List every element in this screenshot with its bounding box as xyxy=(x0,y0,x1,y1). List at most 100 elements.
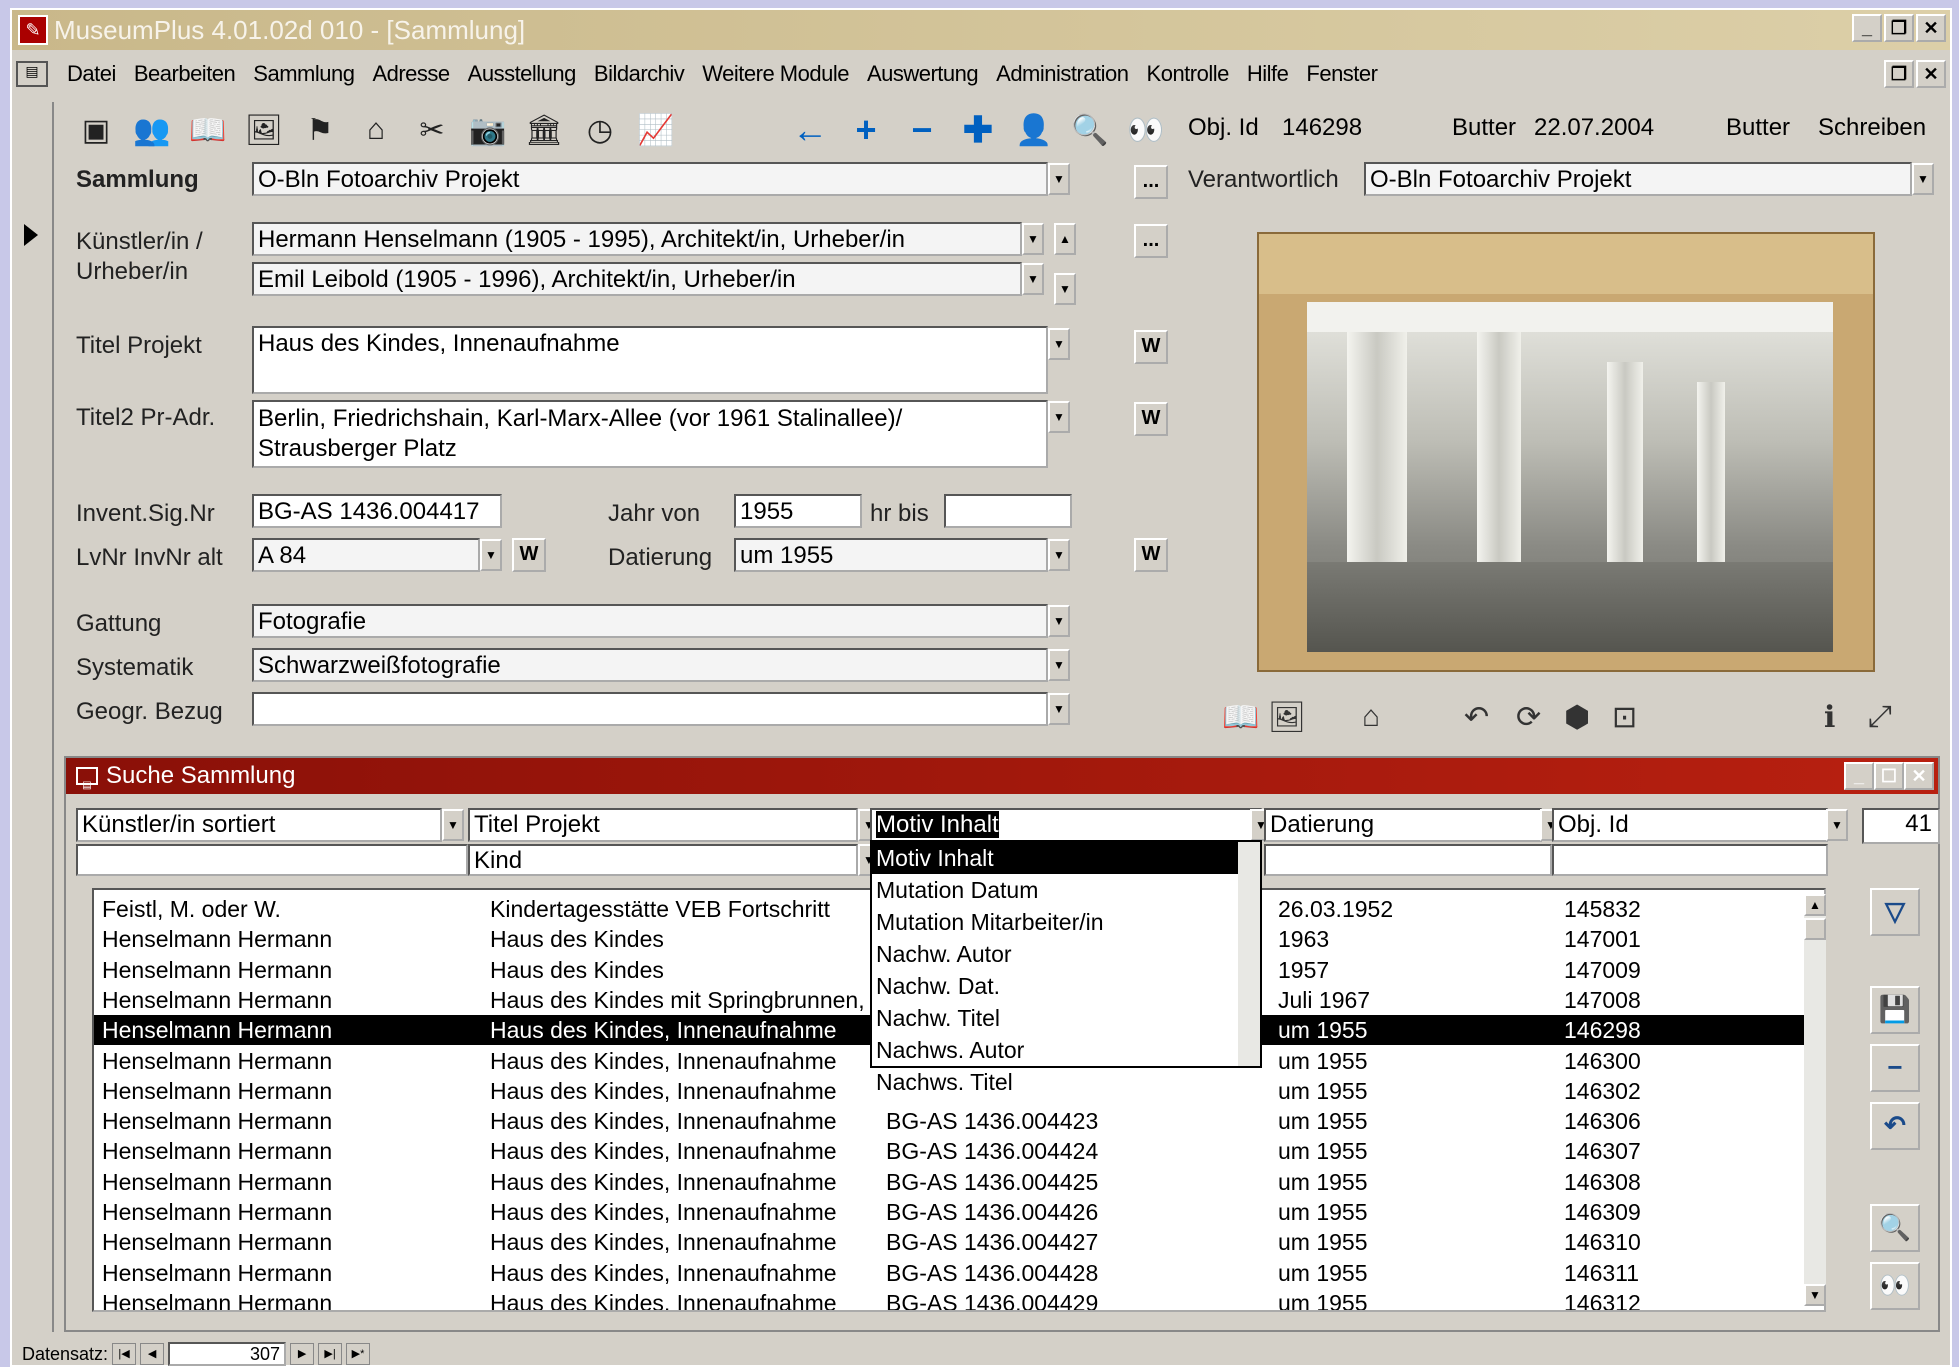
book-icon[interactable]: 📖 xyxy=(184,106,232,154)
geogr-dropdown-button[interactable]: ▼ xyxy=(1048,693,1070,725)
kuenstler-field-2[interactable]: Emil Leibold (1905 - 1996), Architekt/in… xyxy=(252,262,1022,296)
column-kuenstler-dropdown[interactable]: ▼ xyxy=(442,809,464,841)
dropdown-option[interactable]: Nachw. Autor xyxy=(872,938,1260,970)
close-button[interactable]: ✕ xyxy=(1916,14,1946,42)
column-header-obj-id[interactable]: Obj. Id xyxy=(1552,808,1828,842)
search-close-button[interactable]: ✕ xyxy=(1904,762,1934,790)
flag-icon[interactable]: ⚑ xyxy=(296,106,344,154)
preview-search-icon[interactable]: 🔍 xyxy=(1870,1204,1920,1252)
person-search-icon[interactable]: 👤 xyxy=(1010,106,1058,154)
menu-bearbeiten[interactable]: Bearbeiten xyxy=(125,61,244,87)
kuenstler-scroll-down[interactable]: ▼ xyxy=(1054,273,1076,305)
titel2-dropdown-button[interactable]: ▼ xyxy=(1048,401,1070,433)
table-row[interactable]: Henselmann Hermann Haus des Kindes, Innen… xyxy=(94,1167,1824,1197)
filter-row-artist[interactable] xyxy=(76,844,468,876)
record-selector[interactable] xyxy=(12,102,54,1332)
photo-save-icon[interactable]: ⊡ xyxy=(1612,700,1637,735)
kuenstler-dropdown-button-1[interactable]: ▼ xyxy=(1022,223,1044,255)
datierung-field[interactable]: um 1955 xyxy=(734,538,1048,572)
photo-zoom-icon[interactable]: ⤢ xyxy=(1868,700,1892,734)
invent-field[interactable]: BG-AS 1436.004417 xyxy=(252,494,502,528)
kuenstler-field-1[interactable]: Hermann Henselmann (1905 - 1995), Archit… xyxy=(252,222,1022,256)
gattung-dropdown-button[interactable]: ▼ xyxy=(1048,605,1070,637)
house-icon[interactable]: ⌂ xyxy=(352,106,400,154)
binoculars-icon[interactable]: 👀 xyxy=(1122,106,1170,154)
results-scrollbar[interactable]: ▲ ▼ xyxy=(1804,894,1826,1306)
table-row[interactable]: Henselmann Hermann Haus des Kindes, Innen… xyxy=(94,1136,1824,1166)
column-header-motiv[interactable]: Motiv Inhalt xyxy=(870,808,1262,842)
menu-sammlung[interactable]: Sammlung xyxy=(244,61,363,87)
photo-icon[interactable]: 🖼 xyxy=(240,106,288,154)
delete-record-icon[interactable]: − xyxy=(898,106,946,154)
scroll-thumb[interactable] xyxy=(1804,918,1826,940)
motiv-dropdown-list[interactable]: Motiv Inhalt Mutation Datum Mutation Mit… xyxy=(870,840,1262,1095)
back-arrow-icon[interactable]: ← xyxy=(786,106,834,154)
add-record-icon[interactable]: + xyxy=(842,106,890,154)
search-maximize-button[interactable]: ☐ xyxy=(1874,762,1904,790)
sammlung-dropdown-button[interactable]: ▼ xyxy=(1048,163,1070,195)
menu-hilfe[interactable]: Hilfe xyxy=(1238,61,1298,87)
geogr-field[interactable] xyxy=(252,692,1048,726)
find-icon[interactable]: 👀 xyxy=(1870,1262,1920,1310)
undo-icon[interactable]: ↶ xyxy=(1870,1102,1920,1150)
jahr-bis-field[interactable] xyxy=(944,494,1072,528)
lvnr-field[interactable]: A 84 xyxy=(252,538,480,572)
photo-book-icon[interactable]: 📖 xyxy=(1222,700,1259,735)
menu-weitere-module[interactable]: Weitere Module xyxy=(693,61,858,87)
menu-ausstellung[interactable]: Ausstellung xyxy=(459,61,585,87)
search-minimize-button[interactable]: _ xyxy=(1844,762,1874,790)
prev-record-button[interactable]: ◀ xyxy=(140,1343,165,1365)
form-icon[interactable]: ▣ xyxy=(72,106,120,154)
dropdown-option[interactable]: Nachws. Autor xyxy=(872,1034,1260,1066)
scroll-down-button[interactable]: ▼ xyxy=(1804,1284,1826,1306)
table-row[interactable]: Henselmann Hermann Haus des Kindes, Innen… xyxy=(94,1197,1824,1227)
column-header-titel[interactable]: Titel Projekt xyxy=(468,808,858,842)
menu-administration[interactable]: Administration xyxy=(987,61,1137,87)
first-record-button[interactable]: |◀ xyxy=(112,1343,137,1365)
table-row[interactable]: Henselmann Hermann Haus des Kindes, Innen… xyxy=(94,1258,1824,1288)
datierung-w-button[interactable]: W xyxy=(1134,538,1168,572)
photo-undo-icon[interactable]: ↶ xyxy=(1464,700,1489,735)
dropdown-option[interactable]: Mutation Datum xyxy=(872,874,1260,906)
camera-icon[interactable]: 📷 xyxy=(464,106,512,154)
record-number-field[interactable]: 307 xyxy=(168,1342,287,1366)
menu-auswertung[interactable]: Auswertung xyxy=(858,61,987,87)
jahr-von-field[interactable]: 1955 xyxy=(734,494,862,528)
dropdown-scrollbar[interactable] xyxy=(1238,842,1260,1066)
filter-icon[interactable]: ▽ xyxy=(1870,888,1920,936)
child-restore-button[interactable]: ❐ xyxy=(1884,60,1914,88)
tools-icon[interactable]: ✂ xyxy=(408,106,456,154)
titel-w-button[interactable]: W xyxy=(1134,330,1168,364)
verantwortlich-dropdown-button[interactable]: ▼ xyxy=(1912,163,1934,195)
duplicate-record-icon[interactable]: ✚ xyxy=(954,106,1002,154)
photo-image-icon[interactable]: 🖼 xyxy=(1268,700,1306,735)
dropdown-option[interactable]: Nachw. Dat. xyxy=(872,970,1260,1002)
sammlung-select[interactable]: O-Bln Fotoarchiv Projekt xyxy=(252,162,1048,196)
dropdown-option[interactable]: Mutation Mitarbeiter/in xyxy=(872,906,1260,938)
verantwortlich-select[interactable]: O-Bln Fotoarchiv Projekt xyxy=(1364,162,1912,196)
dropdown-option[interactable]: Motiv Inhalt xyxy=(872,842,1260,874)
dropdown-option[interactable]: Nachw. Titel xyxy=(872,1002,1260,1034)
systematik-field[interactable]: Schwarzweißfotografie xyxy=(252,648,1048,682)
restore-button[interactable]: ❐ xyxy=(1884,14,1914,42)
kuenstler-more-button[interactable]: ... xyxy=(1134,224,1168,258)
sammlung-more-button[interactable]: ... xyxy=(1134,165,1168,199)
preview-icon[interactable]: 🔍 xyxy=(1066,106,1114,154)
building-icon[interactable]: 🏛 xyxy=(520,106,568,154)
table-row[interactable]: Henselmann Hermann Haus des Kindes, Innen… xyxy=(94,1288,1824,1310)
column-header-datierung[interactable]: Datierung xyxy=(1264,808,1542,842)
photo-rotate-icon[interactable]: ⟳ xyxy=(1516,700,1541,735)
menu-fenster[interactable]: Fenster xyxy=(1297,61,1386,87)
menu-kontrolle[interactable]: Kontrolle xyxy=(1138,61,1238,87)
photo-package-icon[interactable]: ⬢ xyxy=(1564,700,1590,735)
kuenstler-dropdown-button-2[interactable]: ▼ xyxy=(1022,263,1044,295)
gattung-field[interactable]: Fotografie xyxy=(252,604,1048,638)
systematik-dropdown-button[interactable]: ▼ xyxy=(1048,649,1070,681)
filter-row-id[interactable] xyxy=(1552,844,1828,876)
menu-bildarchiv[interactable]: Bildarchiv xyxy=(585,61,693,87)
column-header-kind[interactable]: Kind xyxy=(468,844,858,876)
photo-info-icon[interactable]: ℹ xyxy=(1824,700,1835,735)
titel-dropdown-button[interactable]: ▼ xyxy=(1048,328,1070,360)
child-close-button[interactable]: ✕ xyxy=(1916,60,1946,88)
chart-icon[interactable]: 📈 xyxy=(632,106,680,154)
